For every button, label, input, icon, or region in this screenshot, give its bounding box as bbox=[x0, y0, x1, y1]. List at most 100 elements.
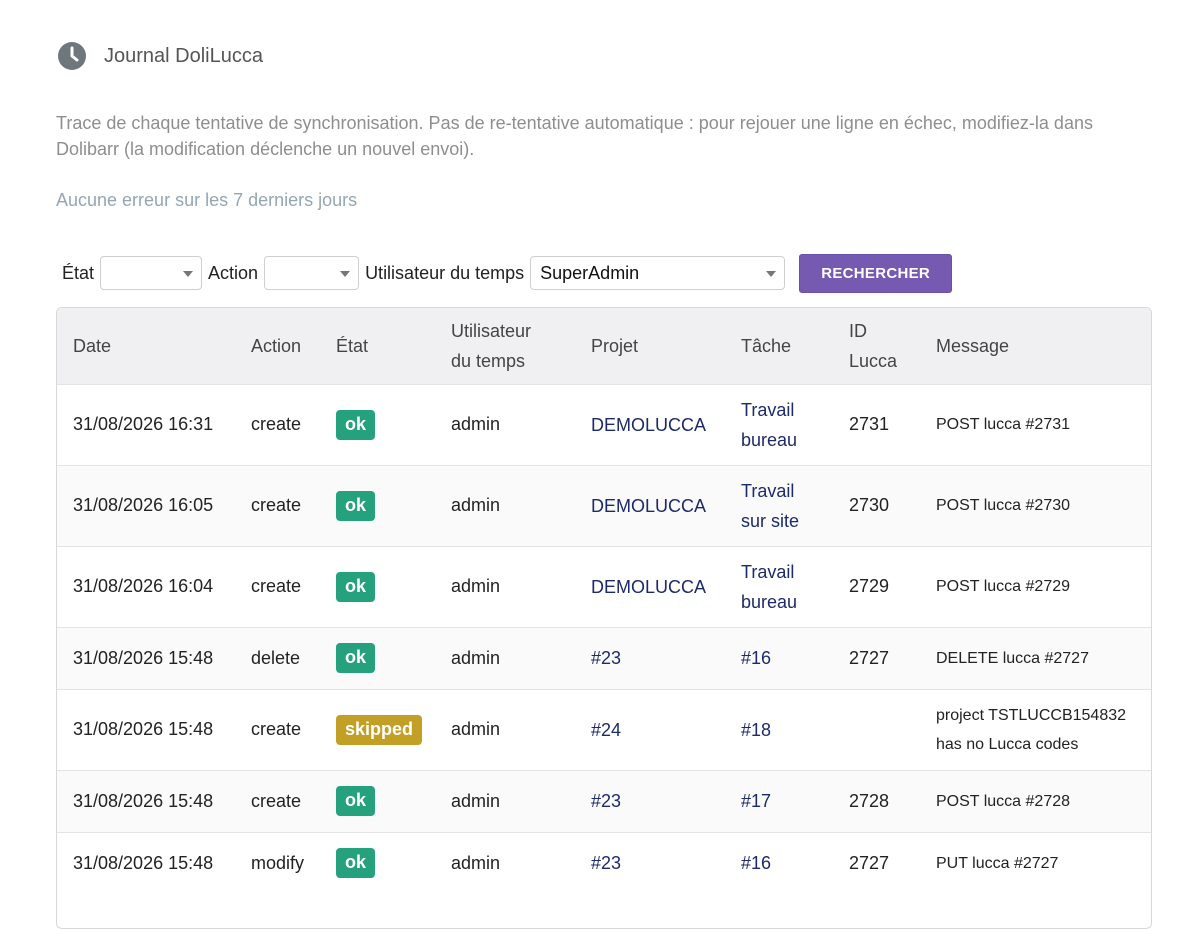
message-line1: POST lucca #2731 bbox=[936, 416, 1071, 433]
page-header: Journal DoliLucca bbox=[56, 40, 263, 72]
cell-task: Travail bureau bbox=[741, 546, 849, 627]
user-filter-label: Utilisateur du temps bbox=[365, 262, 525, 283]
table-row: 31/08/2026 16:31 create ok admin DEMOLUCCA Tr… bbox=[57, 384, 1151, 465]
cell-state: ok bbox=[336, 627, 451, 689]
log-table: Date Action État Utilisateur du temps Pr… bbox=[57, 308, 1151, 894]
cell-lucca-id: 2727 bbox=[849, 852, 890, 873]
column-header-id-line2: Lucca bbox=[849, 350, 898, 371]
project-link[interactable]: DEMOLUCCA bbox=[591, 415, 706, 435]
cell-date: 31/08/2026 15:48 bbox=[73, 647, 214, 668]
message-line1: POST lucca #2729 bbox=[936, 578, 1071, 595]
task-link-line1: Travail bbox=[741, 399, 795, 420]
message-line1: POST lucca #2730 bbox=[936, 497, 1071, 514]
status-badge: ok bbox=[336, 643, 376, 673]
cell-lucca-id: 2727 bbox=[849, 647, 890, 668]
cell-action: create bbox=[251, 719, 302, 739]
status-badge: ok bbox=[336, 409, 376, 440]
project-link[interactable]: DEMOLUCCA bbox=[591, 577, 706, 597]
cell-project: #23 bbox=[591, 770, 741, 832]
cell-state: ok bbox=[336, 832, 451, 894]
cell-date: 31/08/2026 15:48 bbox=[73, 852, 214, 873]
cell-message: project TSTLUCCB154832 has no Lucca codes bbox=[936, 689, 1151, 770]
message-line1: POST lucca #2728 bbox=[936, 792, 1071, 810]
project-link[interactable]: #24 bbox=[591, 720, 621, 740]
message-line1: project TSTLUCCB154832 bbox=[936, 706, 1127, 724]
column-header-action[interactable]: Action bbox=[251, 308, 336, 384]
cell-state: ok bbox=[336, 465, 451, 546]
cell-lucca-id: 2728 bbox=[849, 790, 890, 811]
task-link[interactable]: #16 bbox=[741, 853, 771, 873]
cell-project: #24 bbox=[591, 689, 741, 770]
column-header-lucca-id[interactable]: ID Lucca bbox=[849, 308, 936, 384]
cell-user: admin bbox=[451, 576, 501, 596]
table-row: 31/08/2026 16:04 create ok admin DEMOLUCCA Tr… bbox=[57, 546, 1151, 627]
cell-project: DEMOLUCCA bbox=[591, 384, 741, 465]
status-badge: skipped bbox=[336, 714, 423, 745]
filter-bar: État Action Utilisateur du temps SuperAd… bbox=[62, 253, 953, 293]
column-header-message[interactable]: Message bbox=[936, 308, 1151, 384]
message-line1: PUT lucca #2727 bbox=[936, 854, 1059, 872]
cell-user: admin bbox=[451, 495, 501, 515]
cell-lucca-id: 2731 bbox=[849, 414, 890, 434]
cell-user: admin bbox=[451, 790, 501, 811]
project-link[interactable]: #23 bbox=[591, 853, 621, 873]
cell-action: delete bbox=[251, 647, 301, 668]
cell-task: #17 bbox=[741, 770, 849, 832]
column-header-user[interactable]: Utilisateur du temps bbox=[451, 308, 591, 384]
cell-task: Travail bureau bbox=[741, 384, 849, 465]
task-link[interactable]: #16 bbox=[741, 648, 771, 668]
column-header-user-line1: Utilisateur bbox=[451, 320, 532, 341]
task-link[interactable]: #18 bbox=[741, 720, 771, 740]
column-header-id-line1: ID bbox=[849, 320, 867, 341]
task-link-line1: Travail bbox=[741, 480, 795, 501]
status-notice: Aucune erreur sur les 7 derniers jours bbox=[56, 190, 358, 210]
cell-project: #23 bbox=[591, 627, 741, 689]
cell-message: POST lucca #2730 bbox=[936, 465, 1151, 546]
action-filter-label: Action bbox=[208, 262, 259, 283]
cell-task: Travail sur site bbox=[741, 465, 849, 546]
column-header-state[interactable]: État bbox=[336, 308, 451, 384]
task-link-line2: bureau bbox=[741, 591, 798, 612]
cell-message: POST lucca #2729 bbox=[936, 546, 1151, 627]
user-select-value: SuperAdmin bbox=[540, 262, 640, 283]
state-select[interactable] bbox=[100, 256, 203, 290]
status-badge: ok bbox=[336, 786, 376, 816]
project-link[interactable]: DEMOLUCCA bbox=[591, 496, 706, 516]
page-title: Journal DoliLucca bbox=[104, 44, 263, 67]
cell-project: #23 bbox=[591, 832, 741, 894]
clock-icon bbox=[58, 42, 86, 70]
column-header-project[interactable]: Projet bbox=[591, 308, 741, 384]
project-link[interactable]: #23 bbox=[591, 648, 621, 668]
table-header-row: Date Action État Utilisateur du temps Pr… bbox=[57, 308, 1151, 384]
cell-user: admin bbox=[451, 719, 501, 739]
task-link[interactable]: Travail bureau bbox=[741, 400, 797, 450]
cell-state: skipped bbox=[336, 689, 451, 770]
column-header-date[interactable]: Date bbox=[57, 308, 251, 384]
cell-message: DELETE lucca #2727 bbox=[936, 627, 1151, 689]
column-header-task[interactable]: Tâche bbox=[741, 308, 849, 384]
cell-date: 31/08/2026 15:48 bbox=[73, 790, 214, 811]
cell-message: POST lucca #2731 bbox=[936, 384, 1151, 465]
chevron-down-icon bbox=[340, 271, 351, 277]
page-description: Trace de chaque tentative de synchronisa… bbox=[56, 113, 1093, 159]
user-select[interactable]: SuperAdmin bbox=[530, 256, 786, 290]
search-button[interactable]: RECHERCHER bbox=[799, 253, 953, 293]
status-badge: ok bbox=[336, 490, 376, 521]
cell-state: ok bbox=[336, 384, 451, 465]
project-link[interactable]: #23 bbox=[591, 791, 621, 811]
task-link-line1: Travail bbox=[741, 561, 795, 582]
table-row: 31/08/2026 15:48 modify ok admin #23 #16 2727 P… bbox=[57, 832, 1151, 894]
task-link[interactable]: Travail bureau bbox=[741, 562, 797, 612]
state-filter-label: État bbox=[62, 262, 95, 283]
cell-action: create bbox=[251, 495, 302, 515]
task-link[interactable]: #17 bbox=[741, 791, 771, 811]
cell-action: create bbox=[251, 414, 302, 434]
cell-user: admin bbox=[451, 414, 501, 434]
cell-task: #16 bbox=[741, 627, 849, 689]
cell-state: ok bbox=[336, 546, 451, 627]
task-link[interactable]: Travail sur site bbox=[741, 481, 799, 531]
message-line2: has no Lucca codes bbox=[936, 735, 1079, 753]
cell-action: create bbox=[251, 790, 302, 811]
cell-state: ok bbox=[336, 770, 451, 832]
action-select[interactable] bbox=[264, 256, 360, 290]
